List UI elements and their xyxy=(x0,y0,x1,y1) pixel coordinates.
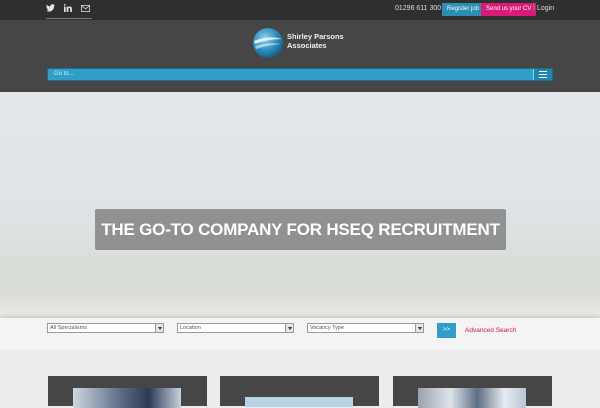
search-go-button[interactable]: >> xyxy=(437,323,456,338)
separator: | xyxy=(533,4,535,11)
mail-icon[interactable] xyxy=(81,0,90,18)
nav-select[interactable]: Go to... xyxy=(47,68,553,81)
register-job-button[interactable]: Register job xyxy=(442,3,485,16)
logo-subname: Associates xyxy=(287,41,327,50)
location-value: Location xyxy=(180,325,201,331)
dropdown-arrow-icon[interactable] xyxy=(285,324,293,332)
feature-cards xyxy=(0,350,600,408)
vacancy-type-value: Vacancy Type xyxy=(310,325,345,331)
hero-tagline: THE GO-TO COMPANY FOR HSEQ RECRUITMENT xyxy=(95,209,506,250)
logo-globe-icon xyxy=(253,28,283,58)
social-links xyxy=(46,0,92,19)
location-select[interactable]: Location xyxy=(177,323,294,333)
linkedin-icon[interactable] xyxy=(64,0,72,18)
logo[interactable]: Shirley Parsons Associates xyxy=(252,27,372,59)
card-image xyxy=(418,388,526,408)
specialisms-select[interactable]: All Specialisms xyxy=(47,323,164,333)
nav-placeholder: Go to... xyxy=(54,71,74,77)
top-bar: 01296 611 300 Register job Send us your … xyxy=(0,0,600,20)
phone-number: 01296 611 300 xyxy=(395,5,442,12)
feature-card[interactable] xyxy=(393,376,552,408)
specialisms-value: All Specialisms xyxy=(50,325,87,331)
feature-card[interactable] xyxy=(220,376,379,407)
card-image xyxy=(73,388,181,408)
dropdown-arrow-icon[interactable] xyxy=(155,324,163,332)
twitter-icon[interactable] xyxy=(46,0,55,18)
site-header: Shirley Parsons Associates Go to... xyxy=(0,20,600,92)
vacancy-type-select[interactable]: Vacancy Type xyxy=(307,323,424,333)
logo-name: Shirley Parsons xyxy=(287,32,344,41)
job-search-bar: All Specialisms Location Vacancy Type >>… xyxy=(0,318,600,350)
send-cv-button[interactable]: Send us your CV xyxy=(481,3,537,16)
login-link[interactable]: Login xyxy=(537,5,554,12)
menu-icon[interactable] xyxy=(533,69,552,80)
hero-banner: THE GO-TO COMPANY FOR HSEQ RECRUITMENT xyxy=(0,92,600,318)
card-image xyxy=(245,397,353,407)
hero-background xyxy=(0,252,600,318)
dropdown-arrow-icon[interactable] xyxy=(415,324,423,332)
advanced-search-link[interactable]: Advanced Search xyxy=(465,327,516,334)
feature-card[interactable] xyxy=(48,376,207,408)
